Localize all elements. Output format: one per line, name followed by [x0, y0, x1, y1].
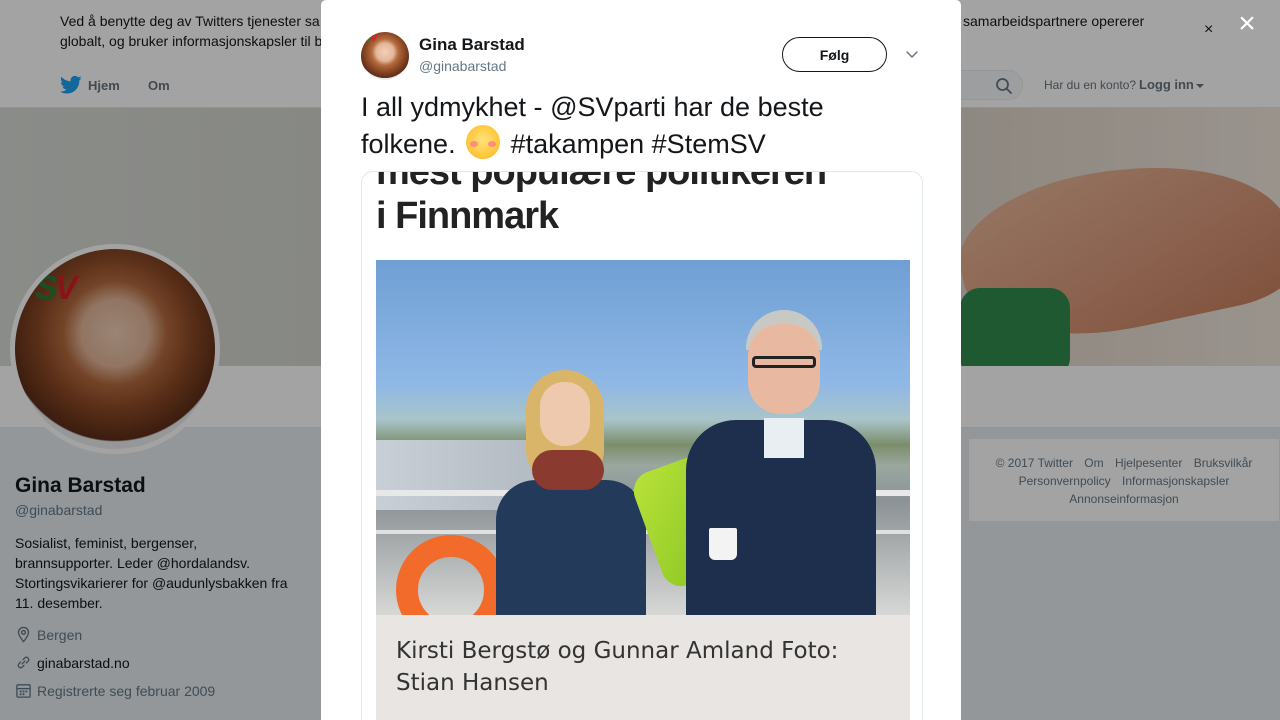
tweet-text: I all ydmykhet - @SVparti har de beste f…: [361, 90, 901, 162]
media-photo: [376, 260, 910, 615]
follow-button[interactable]: Følg: [782, 37, 887, 72]
tweet-author-handle[interactable]: @ginabarstad: [419, 58, 506, 74]
sv-logo-icon: SV: [364, 32, 378, 44]
media-headline-line: i Finnmark: [376, 195, 559, 237]
tweet-modal: SV Gina Barstad @ginabarstad Følg I all …: [321, 0, 961, 720]
photo-cup: [709, 528, 737, 560]
close-icon[interactable]: ×: [1234, 9, 1260, 39]
media-headline-line: mest populære politikeren: [376, 171, 827, 193]
smiling-blush-emoji-icon: [466, 125, 501, 159]
tweet-media[interactable]: mest populære politikeren i Finnmark Kir…: [361, 171, 923, 720]
tweet-author-avatar[interactable]: SV: [361, 32, 409, 80]
tweet-text-part: I all ydmykhet -: [361, 92, 551, 122]
media-caption: Kirsti Bergstø og Gunnar Amland Foto: St…: [376, 615, 910, 720]
tweet-author-name[interactable]: Gina Barstad: [419, 35, 525, 55]
tweet-hashtags[interactable]: #takampen #StemSV: [503, 129, 766, 159]
life-ring-icon: [396, 535, 506, 615]
tweet-mention-link[interactable]: @SVparti: [550, 92, 666, 122]
photo-person-man: [686, 310, 876, 615]
media-headline: mest populære politikeren i Finnmark: [376, 171, 827, 238]
chevron-down-icon[interactable]: [904, 46, 920, 62]
photo-person-woman: [496, 370, 646, 615]
